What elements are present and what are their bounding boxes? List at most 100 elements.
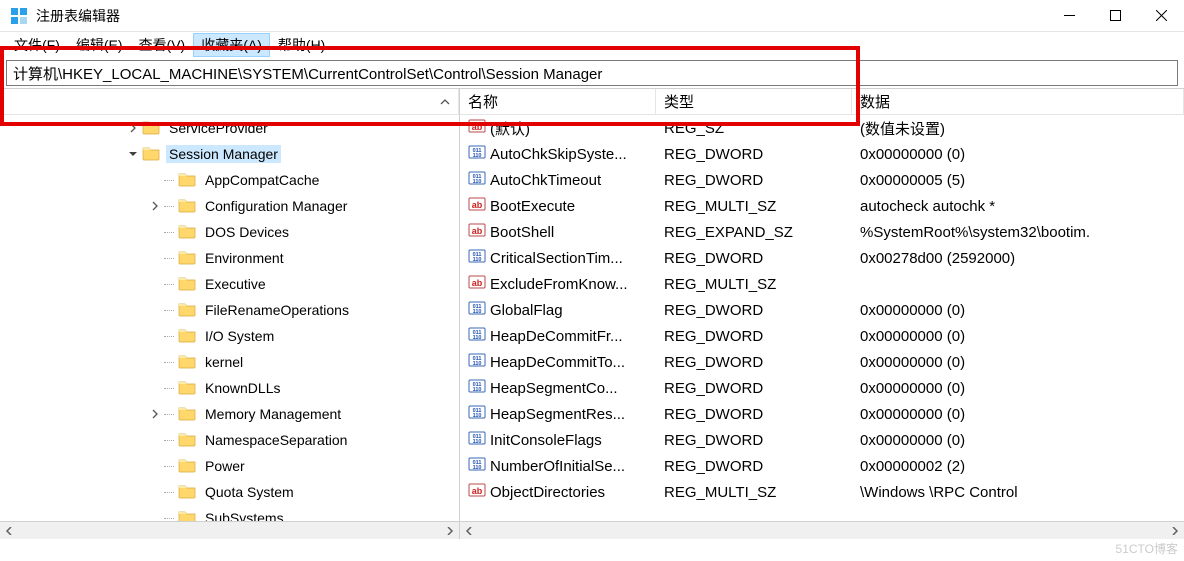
minimize-button[interactable] [1046, 0, 1092, 32]
tree-node[interactable]: Session Manager [0, 141, 459, 167]
address-text: 计算机\HKEY_LOCAL_MACHINE\SYSTEM\CurrentCon… [13, 63, 602, 84]
list-pane[interactable]: 名称 类型 数据 ab(默认)REG_SZ(数值未设置)011110AutoCh… [460, 89, 1184, 539]
tree-node[interactable]: I/O System [0, 323, 459, 349]
value-data [852, 282, 1184, 286]
tree-node[interactable]: Quota System [0, 479, 459, 505]
tree-h-scrollbar[interactable] [0, 521, 459, 539]
scroll-right-button[interactable] [441, 522, 459, 540]
tree-node[interactable]: NamespaceSeparation [0, 427, 459, 453]
svg-text:110: 110 [473, 153, 482, 159]
maximize-button[interactable] [1092, 0, 1138, 32]
value-type: REG_DWORD [656, 326, 852, 347]
value-type-icon: 011110 [468, 429, 490, 451]
scroll-track[interactable] [18, 522, 441, 540]
value-data: 0x00000005 (5) [852, 170, 1184, 191]
tree-node[interactable]: Power [0, 453, 459, 479]
registry-value-row[interactable]: 011110AutoChkTimeoutREG_DWORD0x00000005 … [460, 167, 1184, 193]
registry-value-row[interactable]: 011110HeapDeCommitFr...REG_DWORD0x000000… [460, 323, 1184, 349]
list-h-scrollbar[interactable] [460, 521, 1184, 539]
value-type: REG_DWORD [656, 378, 852, 399]
value-type-icon: 011110 [468, 299, 490, 321]
value-type: REG_DWORD [656, 144, 852, 165]
menu-favorites[interactable]: 收藏夹(A) [193, 33, 270, 57]
column-name[interactable]: 名称 [460, 89, 656, 115]
tree-node[interactable]: KnownDLLs [0, 375, 459, 401]
folder-icon [178, 301, 202, 320]
registry-value-row[interactable]: 011110HeapDeCommitTo...REG_DWORD0x000000… [460, 349, 1184, 375]
tree-header[interactable] [0, 89, 459, 115]
value-type: REG_DWORD [656, 300, 852, 321]
value-name: BootExecute [490, 198, 575, 215]
registry-value-row[interactable]: 011110HeapSegmentRes...REG_DWORD0x000000… [460, 401, 1184, 427]
svg-text:110: 110 [473, 309, 482, 315]
registry-value-row[interactable]: 011110CriticalSectionTim...REG_DWORD0x00… [460, 245, 1184, 271]
folder-icon [178, 275, 202, 294]
value-name: (默认) [490, 118, 530, 139]
scroll-left-button[interactable] [460, 522, 478, 540]
svg-text:ab: ab [472, 226, 483, 236]
tree-node-label: AppCompatCache [202, 171, 322, 189]
value-type-icon: 011110 [468, 169, 490, 191]
list-body: ab(默认)REG_SZ(数值未设置)011110AutoChkSkipSyst… [460, 115, 1184, 505]
column-data[interactable]: 数据 [852, 89, 1184, 115]
tree-node-label: Quota System [202, 483, 297, 501]
menu-edit[interactable]: 编辑(E) [68, 33, 131, 57]
registry-value-row[interactable]: abBootExecuteREG_MULTI_SZautocheck autoc… [460, 193, 1184, 219]
tree-node[interactable]: kernel [0, 349, 459, 375]
folder-icon [178, 379, 202, 398]
value-data: %SystemRoot%\system32\bootim. [852, 222, 1184, 243]
svg-text:110: 110 [473, 257, 482, 263]
chevron-down-icon[interactable] [126, 147, 140, 161]
tree-node[interactable]: Memory Management [0, 401, 459, 427]
tree-node[interactable]: ServiceProvider [0, 115, 459, 141]
menu-file[interactable]: 文件(F) [6, 33, 68, 57]
regedit-icon [10, 7, 28, 25]
tree-node[interactable]: Environment [0, 245, 459, 271]
tree-node[interactable]: AppCompatCache [0, 167, 459, 193]
registry-value-row[interactable]: abExcludeFromKnow...REG_MULTI_SZ [460, 271, 1184, 297]
scroll-right-button[interactable] [1166, 522, 1184, 540]
value-name: HeapSegmentCo... [490, 380, 618, 397]
address-bar[interactable]: 计算机\HKEY_LOCAL_MACHINE\SYSTEM\CurrentCon… [6, 60, 1178, 86]
tree-node[interactable]: DOS Devices [0, 219, 459, 245]
value-data: 0x00000000 (0) [852, 404, 1184, 425]
value-name: HeapSegmentRes... [490, 406, 625, 423]
registry-value-row[interactable]: abBootShellREG_EXPAND_SZ%SystemRoot%\sys… [460, 219, 1184, 245]
scroll-left-button[interactable] [0, 522, 18, 540]
tree-node[interactable]: Configuration Manager [0, 193, 459, 219]
registry-value-row[interactable]: 011110AutoChkSkipSyste...REG_DWORD0x0000… [460, 141, 1184, 167]
window-title: 注册表编辑器 [36, 6, 1046, 26]
tree-node[interactable]: Executive [0, 271, 459, 297]
chevron-right-icon[interactable] [126, 121, 140, 135]
menu-help[interactable]: 帮助(H) [270, 33, 333, 57]
value-type-icon: 011110 [468, 377, 490, 399]
scroll-track[interactable] [478, 522, 1166, 540]
content-area: ServiceProviderSession Manager AppCompatC… [0, 88, 1184, 539]
sort-arrow-icon [440, 97, 450, 107]
menu-view[interactable]: 查看(V) [131, 33, 194, 57]
value-data: 0x00000000 (0) [852, 378, 1184, 399]
svg-text:110: 110 [473, 439, 482, 445]
folder-icon [178, 327, 202, 346]
column-type[interactable]: 类型 [656, 89, 852, 115]
value-data: 0x00000000 (0) [852, 352, 1184, 373]
value-data: autocheck autochk * [852, 196, 1184, 217]
watermark: 51CTO博客 [1116, 540, 1178, 557]
value-type: REG_DWORD [656, 352, 852, 373]
tree-node[interactable]: FileRenameOperations [0, 297, 459, 323]
svg-text:110: 110 [473, 361, 482, 367]
chevron-right-icon[interactable] [148, 199, 162, 213]
value-type: REG_DWORD [656, 170, 852, 191]
chevron-right-icon[interactable] [148, 407, 162, 421]
registry-value-row[interactable]: 011110HeapSegmentCo... REG_DWORD0x0000000… [460, 375, 1184, 401]
registry-value-row[interactable]: ab(默认)REG_SZ(数值未设置) [460, 115, 1184, 141]
registry-value-row[interactable]: 011110GlobalFlagREG_DWORD0x00000000 (0) [460, 297, 1184, 323]
value-name: BootShell [490, 224, 554, 241]
value-type: REG_DWORD [656, 430, 852, 451]
registry-value-row[interactable]: 011110NumberOfInitialSe...REG_DWORD0x000… [460, 453, 1184, 479]
close-button[interactable] [1138, 0, 1184, 32]
registry-value-row[interactable]: abObjectDirectoriesREG_MULTI_SZ\Windows … [460, 479, 1184, 505]
tree-pane[interactable]: ServiceProviderSession Manager AppCompatC… [0, 89, 460, 539]
value-type: REG_MULTI_SZ [656, 482, 852, 503]
registry-value-row[interactable]: 011110InitConsoleFlagsREG_DWORD0x0000000… [460, 427, 1184, 453]
